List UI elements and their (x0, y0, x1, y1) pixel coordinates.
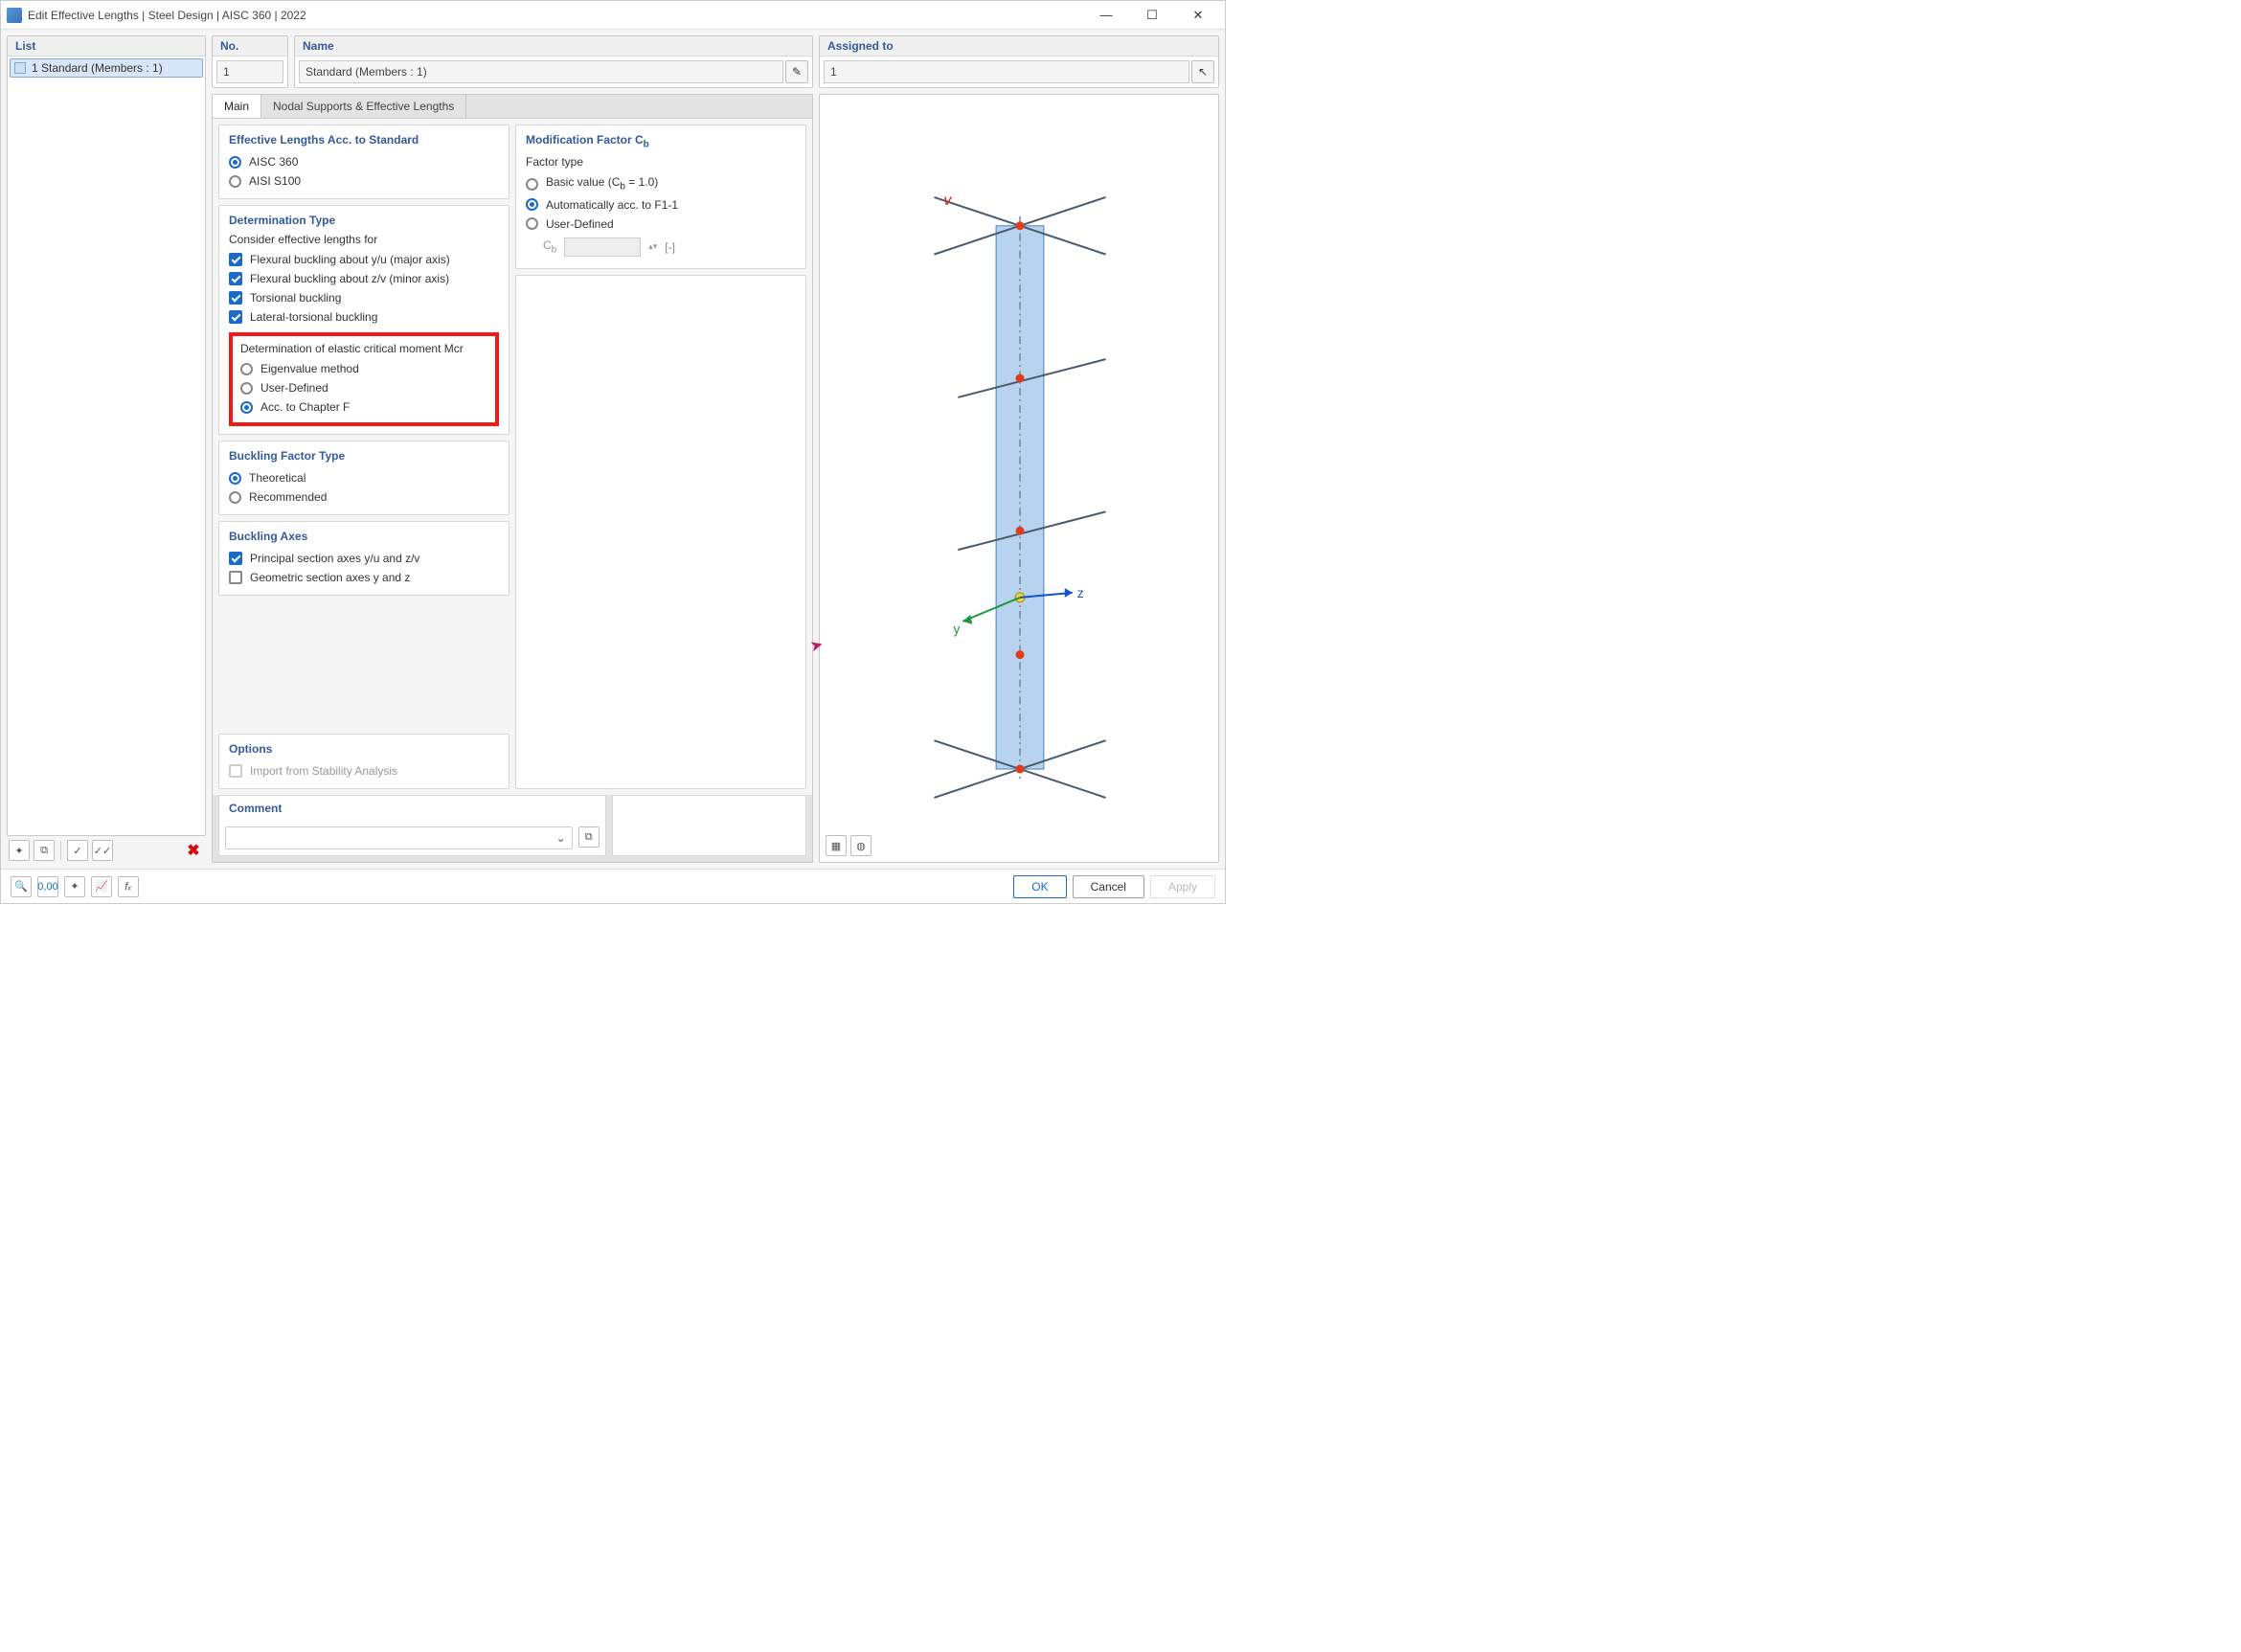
comment-copy-button[interactable]: ⧉ (578, 826, 600, 848)
tab-main[interactable]: Main (213, 95, 261, 118)
list-item-1[interactable]: 1 Standard (Members : 1) (10, 58, 203, 78)
no-header: No. (213, 36, 287, 57)
middle-column: No. Name ✎ Main Nodal Supports & Effecti… (212, 35, 813, 863)
chk-principal[interactable]: Principal section axes y/u and z/v (229, 549, 499, 568)
toolbar-divider (60, 841, 61, 860)
chk-ltb[interactable]: Lateral-torsional buckling (229, 307, 499, 327)
minimize-button[interactable]: — (1085, 2, 1127, 29)
check-all-button[interactable]: ✓✓ (92, 840, 113, 861)
consider-label: Consider effective lengths for (229, 233, 499, 246)
group-title-bf-type: Buckling Factor Type (229, 449, 499, 463)
pointer-icon: ↖ (1198, 65, 1208, 79)
list-toolbar: ✦ ⧉ ✓ ✓✓ ✖ (7, 836, 206, 863)
group-title-eff-std: Effective Lengths Acc. to Standard (229, 133, 499, 147)
radio-mcr-eigen[interactable]: Eigenvalue method (240, 359, 487, 378)
assigned-panel: Assigned to ↖ (819, 35, 1219, 88)
svg-text:z: z (1077, 585, 1084, 600)
left-column: List 1 Standard (Members : 1) ✦ ⧉ ✓ ✓✓ ✖ (7, 35, 206, 863)
assigned-header: Assigned to (820, 36, 1218, 57)
delete-item-button[interactable]: ✖ (183, 840, 204, 861)
list-panel: List 1 Standard (Members : 1) (7, 35, 206, 836)
radio-cb-auto[interactable]: Automatically acc. to F1-1 (526, 195, 796, 215)
group-title-options: Options (229, 742, 499, 756)
tab-nodal[interactable]: Nodal Supports & Effective Lengths (261, 95, 466, 118)
blank-panel (612, 795, 806, 856)
mcr-label: Determination of elastic critical moment… (240, 342, 487, 355)
comment-panel: Comment ⧉ (218, 795, 606, 856)
list-item-label: 1 Standard (Members : 1) (32, 61, 163, 75)
radio-cb-user[interactable]: User-Defined (526, 215, 796, 234)
name-field[interactable] (299, 60, 783, 83)
window-title: Edit Effective Lengths | Steel Design | … (28, 9, 1085, 22)
chk-geo[interactable]: Geometric section axes y and z (229, 568, 499, 587)
svg-text:v: v (943, 192, 952, 209)
group-title-cb: Modification Factor Cb (526, 133, 796, 149)
mcr-highlight: Determination of elastic critical moment… (229, 332, 499, 426)
search-icon-button[interactable]: 🔍 (11, 876, 32, 897)
ok-button[interactable]: OK (1013, 875, 1066, 898)
edit-name-button[interactable]: ✎ (785, 60, 808, 83)
content-area: List 1 Standard (Members : 1) ✦ ⧉ ✓ ✓✓ ✖ (1, 30, 1225, 869)
no-panel: No. (212, 35, 288, 88)
no-field[interactable] (216, 60, 283, 83)
cb-unit: [-] (665, 240, 675, 254)
apply-button: Apply (1150, 875, 1215, 898)
radio-aisc360[interactable]: AISC 360 (229, 152, 499, 171)
tabs: Main Nodal Supports & Effective Lengths … (212, 94, 813, 863)
radio-mcr-chapf[interactable]: Acc. to Chapter F (240, 397, 487, 417)
units-icon-button[interactable]: 0,00 (37, 876, 58, 897)
maximize-button[interactable]: ☐ (1131, 2, 1173, 29)
viewer-style-button[interactable]: ▦ (826, 835, 847, 856)
footer: 🔍 0,00 ✦ 📈 fₓ OK Cancel Apply (1, 869, 1225, 903)
svg-text:y: y (953, 622, 960, 637)
group-title-det-type: Determination Type (229, 214, 499, 227)
group-axes: Buckling Axes Principal section axes y/u… (218, 521, 509, 596)
radio-cb-basic[interactable]: Basic value (Cb = 1.0) (526, 172, 796, 194)
comment-title: Comment (219, 796, 605, 815)
name-header: Name (295, 36, 812, 57)
assigned-pick-button[interactable]: ↖ (1191, 60, 1214, 83)
close-button[interactable]: ✕ (1177, 2, 1219, 29)
group-options: Options Import from Stability Analysis (218, 734, 509, 789)
assigned-field[interactable] (824, 60, 1189, 83)
axis-icon-button[interactable]: ✦ (64, 876, 85, 897)
fx-icon-button[interactable]: fₓ (118, 876, 139, 897)
group-eff-std: Effective Lengths Acc. to Standard AISC … (218, 124, 509, 199)
dialog-window: Edit Effective Lengths | Steel Design | … (0, 0, 1226, 904)
group-title-axes: Buckling Axes (229, 530, 499, 543)
comment-combo[interactable] (225, 826, 573, 849)
radio-bf-rec[interactable]: Recommended (229, 487, 499, 507)
title-bar: Edit Effective Lengths | Steel Design | … (1, 1, 1225, 30)
radio-bf-theo[interactable]: Theoretical (229, 468, 499, 487)
radio-mcr-user[interactable]: User-Defined (240, 378, 487, 397)
viewer-3d[interactable]: y z v ▦ ◍ (819, 94, 1219, 863)
chk-fb-yu[interactable]: Flexural buckling about y/u (major axis) (229, 250, 499, 269)
chk-tors[interactable]: Torsional buckling (229, 288, 499, 307)
name-panel: Name ✎ (294, 35, 813, 88)
member-schematic: y z v (820, 95, 1218, 862)
copy-item-button[interactable]: ⧉ (34, 840, 55, 861)
new-item-button[interactable]: ✦ (9, 840, 30, 861)
chk-fb-zv[interactable]: Flexural buckling about z/v (minor axis) (229, 269, 499, 288)
right-column: Assigned to ↖ (819, 35, 1219, 863)
radio-aisis100[interactable]: AISI S100 (229, 171, 499, 191)
factor-type-label: Factor type (526, 155, 796, 169)
cancel-button[interactable]: Cancel (1073, 875, 1144, 898)
cb-symbol: Cb (543, 238, 556, 255)
group-cb: Modification Factor Cb Factor type Basic… (515, 124, 806, 269)
app-icon (7, 8, 22, 23)
pencil-icon: ✎ (792, 65, 802, 79)
group-bf-type: Buckling Factor Type Theoretical Recomme… (218, 441, 509, 515)
group-det-type: Determination Type Consider effective le… (218, 205, 509, 435)
viewer-render-button[interactable]: ◍ (850, 835, 872, 856)
member-icon (14, 62, 26, 74)
list-header: List (8, 36, 205, 57)
chk-import-stability[interactable]: Import from Stability Analysis (229, 761, 499, 781)
check-button[interactable]: ✓ (67, 840, 88, 861)
chart-icon-button[interactable]: 📈 (91, 876, 112, 897)
cb-value-input (564, 238, 641, 257)
